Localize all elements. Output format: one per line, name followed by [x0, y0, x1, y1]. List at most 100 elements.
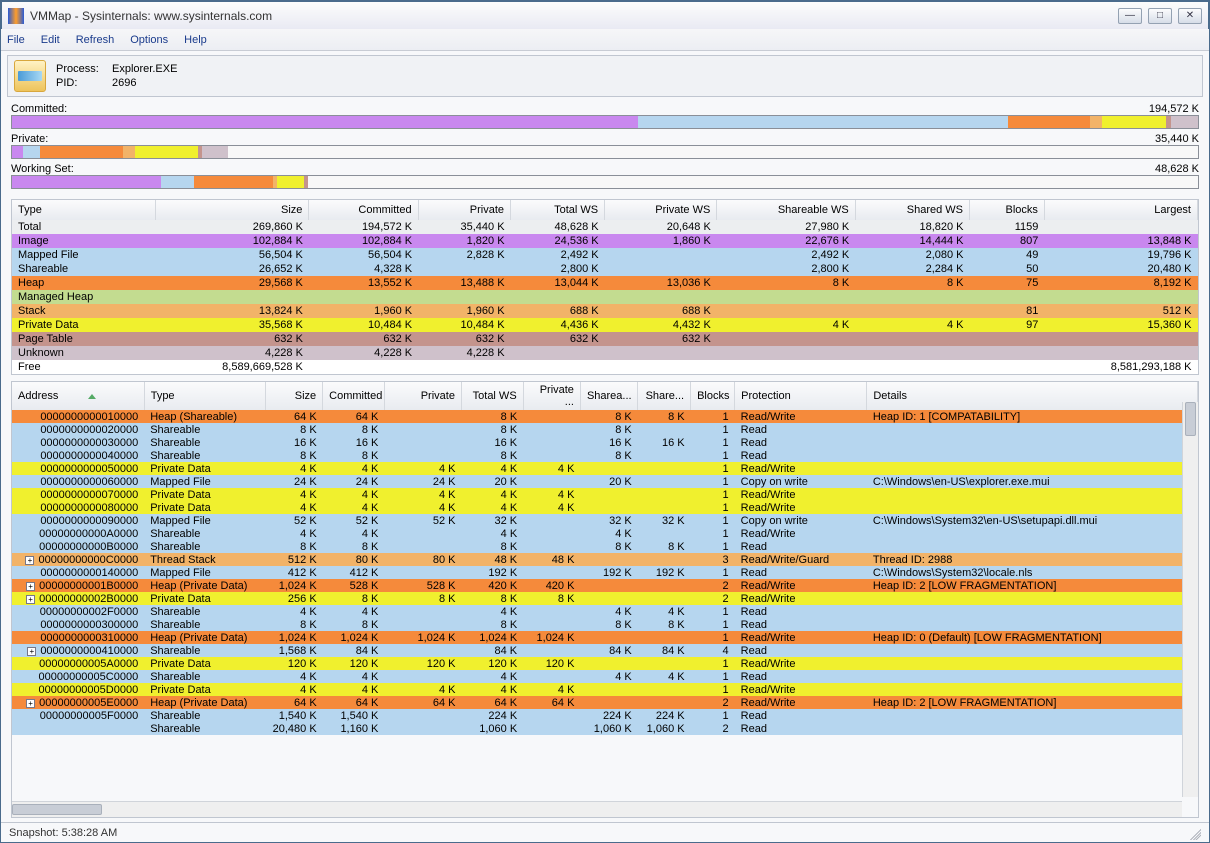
bar-segment [12, 146, 23, 158]
table-row[interactable]: 00000000005C0000Shareable4 K4 K4 K4 K4 K… [12, 670, 1198, 683]
menu-help[interactable]: Help [184, 34, 207, 46]
details-table[interactable]: AddressTypeSizeCommittedPrivateTotal WSP… [11, 381, 1199, 818]
resize-grip[interactable] [1187, 826, 1201, 840]
table-row[interactable]: 00000000005D0000Private Data4 K4 K4 K4 K… [12, 683, 1198, 696]
summary-row[interactable]: Stack13,824 K1,960 K1,960 K688 K688 K815… [12, 304, 1198, 318]
expand-icon[interactable]: + [27, 647, 36, 656]
column-header[interactable]: Size [156, 200, 309, 220]
table-row[interactable]: +0000000000410000Shareable1,568 K84 K84 … [12, 644, 1198, 657]
column-header[interactable]: Total WS [511, 200, 605, 220]
process-pid-label: PID: [56, 77, 112, 89]
process-icon [14, 60, 46, 92]
table-row[interactable]: 0000000000010000Heap (Shareable)64 K64 K… [12, 410, 1198, 423]
bar-segment [982, 116, 1008, 128]
table-row[interactable]: 00000000002F0000Shareable4 K4 K4 K4 K4 K… [12, 605, 1198, 618]
table-row[interactable]: 00000000005F0000Shareable1,540 K1,540 K2… [12, 709, 1198, 722]
expand-icon[interactable]: + [26, 582, 35, 591]
table-row[interactable]: +00000000002B0000Private Data256 K8 K8 K… [12, 592, 1198, 605]
memory-bars: Committed:194,572 KPrivate:35,440 KWorki… [11, 103, 1199, 193]
table-row[interactable]: +00000000000C0000Thread Stack512 K80 K80… [12, 553, 1198, 566]
table-row[interactable]: 00000000000B0000Shareable8 K8 K8 K8 K8 K… [12, 540, 1198, 553]
table-row[interactable]: +00000000001B0000Heap (Private Data)1,02… [12, 579, 1198, 592]
bar-segment [1090, 116, 1102, 128]
menu-options[interactable]: Options [130, 34, 168, 46]
column-header[interactable]: Committed [323, 382, 385, 410]
table-row[interactable]: 0000000000300000Shareable8 K8 K8 K8 K8 K… [12, 618, 1198, 631]
column-header[interactable]: Committed [309, 200, 418, 220]
title-bar: VMMap - Sysinternals: www.sysinternals.c… [1, 1, 1209, 29]
memory-bar [11, 145, 1199, 159]
menu-bar: File Edit Refresh Options Help [1, 29, 1209, 51]
column-header[interactable]: Private [384, 382, 461, 410]
column-header[interactable]: Total WS [461, 382, 523, 410]
close-button[interactable]: ✕ [1178, 8, 1202, 24]
column-header[interactable]: Private ... [523, 382, 580, 410]
minimize-button[interactable]: — [1118, 8, 1142, 24]
table-row[interactable]: Shareable20,480 K1,160 K1,060 K1,060 K1,… [12, 722, 1198, 735]
process-name-label: Process: [56, 63, 112, 75]
summary-row[interactable]: Free8,589,669,528 K8,581,293,188 K [12, 360, 1198, 374]
column-header[interactable]: Type [12, 200, 156, 220]
bar-segment [23, 146, 40, 158]
process-name: Explorer.EXE [112, 63, 177, 75]
table-row[interactable]: 0000000000080000Private Data4 K4 K4 K4 K… [12, 501, 1198, 514]
table-row[interactable]: 0000000000060000Mapped File24 K24 K24 K2… [12, 475, 1198, 488]
expand-icon[interactable]: + [25, 556, 34, 565]
expand-icon[interactable]: + [26, 595, 35, 604]
status-bar: Snapshot: 5:38:28 AM [1, 822, 1209, 842]
column-header[interactable]: Private WS [605, 200, 717, 220]
table-row[interactable]: 0000000000050000Private Data4 K4 K4 K4 K… [12, 462, 1198, 475]
column-header[interactable]: Shared WS [855, 200, 969, 220]
summary-row[interactable]: Managed Heap [12, 290, 1198, 304]
column-header[interactable]: Type [144, 382, 265, 410]
menu-file[interactable]: File [7, 34, 25, 46]
column-header[interactable]: Blocks [691, 382, 735, 410]
bar-value: 194,572 K [1149, 103, 1199, 115]
scrollbar-thumb[interactable] [12, 804, 102, 815]
column-header[interactable]: Protection [735, 382, 867, 410]
bar-segment [12, 116, 638, 128]
column-header[interactable]: Largest [1044, 200, 1197, 220]
table-row[interactable]: 0000000000090000Mapped File52 K52 K52 K3… [12, 514, 1198, 527]
column-header[interactable]: Sharea... [580, 382, 637, 410]
scrollbar-thumb[interactable] [1185, 402, 1196, 436]
vertical-scrollbar[interactable] [1182, 402, 1198, 797]
app-icon [8, 8, 24, 24]
menu-edit[interactable]: Edit [41, 34, 60, 46]
table-row[interactable]: 0000000000020000Shareable8 K8 K8 K8 K1Re… [12, 423, 1198, 436]
horizontal-scrollbar[interactable] [12, 801, 1182, 817]
column-header[interactable]: Details [867, 382, 1198, 410]
table-row[interactable]: 0000000000140000Mapped File412 K412 K192… [12, 566, 1198, 579]
column-header[interactable]: Blocks [970, 200, 1045, 220]
summary-row[interactable]: Page Table632 K632 K632 K632 K632 K [12, 332, 1198, 346]
table-row[interactable]: 0000000000030000Shareable16 K16 K16 K16 … [12, 436, 1198, 449]
summary-row[interactable]: Mapped File56,504 K56,504 K2,828 K2,492 … [12, 248, 1198, 262]
expand-icon[interactable]: + [26, 699, 35, 708]
summary-row[interactable]: Shareable26,652 K4,328 K2,800 K2,800 K2,… [12, 262, 1198, 276]
table-row[interactable]: +00000000005E0000Heap (Private Data)64 K… [12, 696, 1198, 709]
table-row[interactable]: 00000000005A0000Private Data120 K120 K12… [12, 657, 1198, 670]
window-title: VMMap - Sysinternals: www.sysinternals.c… [30, 9, 1118, 23]
column-header[interactable]: Shareable WS [717, 200, 855, 220]
bar-segment [1171, 116, 1198, 128]
bar-label: Committed: [11, 103, 67, 115]
table-row[interactable]: 0000000000040000Shareable8 K8 K8 K8 K1Re… [12, 449, 1198, 462]
table-row[interactable]: 0000000000310000Heap (Private Data)1,024… [12, 631, 1198, 644]
maximize-button[interactable]: □ [1148, 8, 1172, 24]
column-header[interactable]: Share... [638, 382, 691, 410]
summary-row[interactable]: Total269,860 K194,572 K35,440 K48,628 K2… [12, 220, 1198, 234]
table-row[interactable]: 0000000000070000Private Data4 K4 K4 K4 K… [12, 488, 1198, 501]
column-header[interactable]: Address [12, 382, 144, 410]
bar-value: 35,440 K [1155, 133, 1199, 145]
column-header[interactable]: Private [418, 200, 510, 220]
summary-row[interactable]: Heap29,568 K13,552 K13,488 K13,044 K13,0… [12, 276, 1198, 290]
bar-segment [135, 146, 199, 158]
table-row[interactable]: 00000000000A0000Shareable4 K4 K4 K4 K1Re… [12, 527, 1198, 540]
menu-refresh[interactable]: Refresh [76, 34, 115, 46]
summary-row[interactable]: Private Data35,568 K10,484 K10,484 K4,43… [12, 318, 1198, 332]
summary-table[interactable]: TypeSizeCommittedPrivateTotal WSPrivate … [11, 199, 1199, 375]
summary-row[interactable]: Image102,884 K102,884 K1,820 K24,536 K1,… [12, 234, 1198, 248]
summary-row[interactable]: Unknown4,228 K4,228 K4,228 K [12, 346, 1198, 360]
column-header[interactable]: Size [265, 382, 322, 410]
bar-segment [1008, 116, 1090, 128]
